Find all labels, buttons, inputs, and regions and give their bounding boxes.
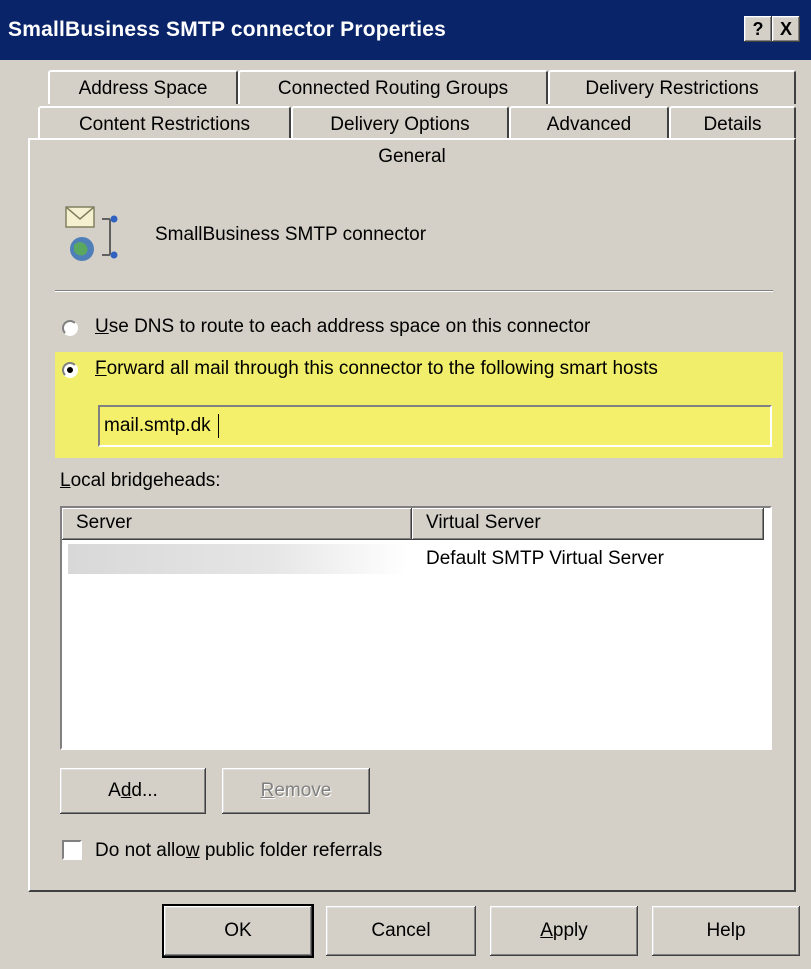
column-header-virtual-server[interactable]: Virtual Server — [412, 508, 764, 540]
bridgeheads-rest: ocal bridgeheads: — [70, 470, 221, 491]
tab-general-label: General — [378, 146, 446, 167]
apply-button[interactable]: Apply — [490, 906, 638, 956]
smtp-connector-icon — [62, 205, 122, 265]
close-title-button[interactable]: X — [772, 16, 800, 42]
tab-advanced[interactable]: Advanced — [509, 106, 669, 140]
tab-general[interactable]: General — [28, 138, 796, 178]
column-header-server[interactable]: Server — [62, 508, 412, 540]
dns-option-rest: se DNS to route to each address space on… — [108, 316, 591, 337]
connector-name: SmallBusiness SMTP connector — [155, 224, 427, 245]
tab-details[interactable]: Details — [669, 106, 796, 140]
public-folder-checkbox[interactable] — [62, 840, 82, 860]
add-button[interactable]: Add... — [60, 768, 206, 814]
cancel-button[interactable]: Cancel — [326, 906, 476, 956]
bridgeheads-label: Local bridgeheads: — [60, 470, 221, 492]
smart-host-value: mail.smtp.dk — [104, 415, 211, 436]
tab-address-space[interactable]: Address Space — [48, 70, 238, 104]
tab-delivery-restrictions[interactable]: Delivery Restrictions — [548, 70, 796, 104]
bridgeheads-list[interactable]: Server Virtual Server Default SMTP Virtu… — [60, 506, 772, 750]
tab-content-restrictions[interactable]: Content Restrictions — [38, 106, 291, 140]
add-button-label: Add... — [108, 780, 158, 801]
public-folder-label-a: Do not allo — [95, 840, 186, 861]
virtual-server-cell: Default SMTP Virtual Server — [426, 548, 664, 569]
bridgeheads-mnemonic: L — [60, 470, 71, 491]
forward-radio[interactable] — [62, 362, 78, 378]
tab-delivery-options[interactable]: Delivery Options — [291, 106, 509, 140]
apply-button-label: Apply — [540, 920, 588, 941]
public-folder-label-b: public folder referrals — [199, 840, 383, 861]
dns-option-label[interactable]: Use DNS to route to each address space o… — [95, 316, 590, 338]
ok-button[interactable]: OK — [164, 906, 312, 956]
tab-connected-routing-groups[interactable]: Connected Routing Groups — [238, 70, 548, 104]
help-title-button[interactable]: ? — [744, 16, 772, 42]
smart-host-input[interactable]: mail.smtp.dk — [98, 405, 772, 447]
public-folder-label[interactable]: Do not allow public folder referrals — [95, 840, 382, 862]
dns-option-mnemonic: U — [95, 316, 109, 337]
public-folder-mnemonic: w — [185, 840, 200, 861]
help-button[interactable]: Help — [652, 906, 800, 956]
forward-option-rest: orward all mail through this connector t… — [106, 358, 658, 379]
title-bar[interactable]: SmallBusiness SMTP connector Properties … — [0, 0, 811, 60]
dns-radio[interactable] — [62, 320, 78, 336]
remove-button-label: Remove — [260, 780, 332, 801]
server-cell-redacted — [68, 544, 408, 574]
remove-button[interactable]: Remove — [222, 768, 370, 814]
forward-option-label[interactable]: Forward all mail through this connector … — [95, 358, 658, 380]
forward-option-mnemonic: F — [95, 358, 107, 379]
window-title: SmallBusiness SMTP connector Properties — [8, 18, 447, 41]
separator — [55, 290, 773, 292]
text-cursor — [218, 414, 219, 438]
